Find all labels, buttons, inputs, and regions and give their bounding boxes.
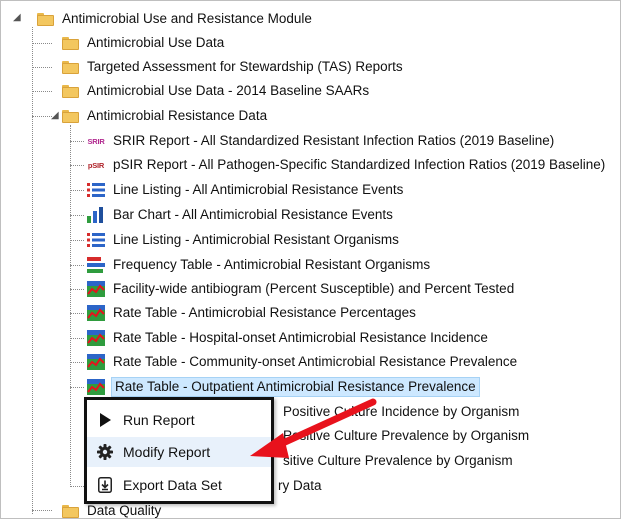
annotation-arrow-icon	[250, 398, 377, 458]
